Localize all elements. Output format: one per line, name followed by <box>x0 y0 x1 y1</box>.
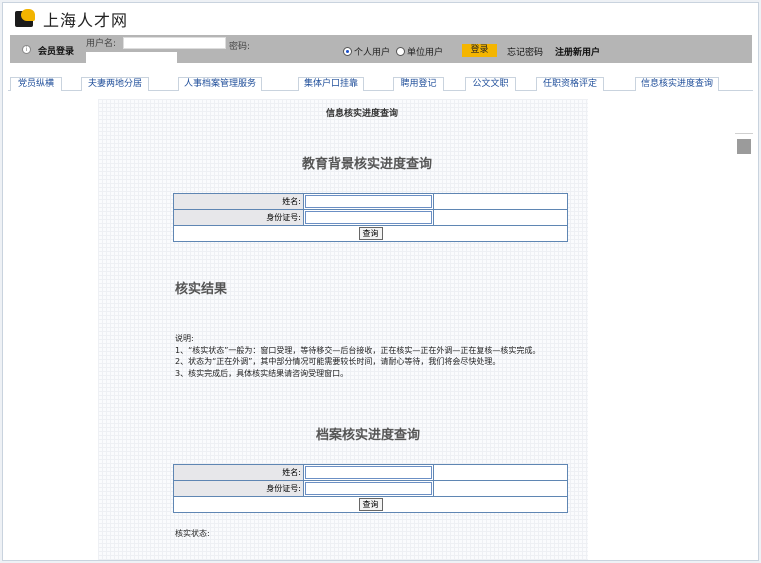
password-label: 密码: <box>229 42 251 52</box>
scrollbar-divider <box>735 133 753 134</box>
notes-item-1: 1、“核实状态”一般为：窗口受理，等待移交—后台接收，正在核实—正在外调—正在复… <box>175 345 541 355</box>
tab-verification-progress[interactable]: 信息核实进度查询 <box>635 77 719 91</box>
notes-item-2: 2、状态为“正在外调”，其中部分情况可能需要较长时间，请耐心等待，我们将会尽快处… <box>175 357 501 366</box>
radio-unchecked-icon[interactable] <box>396 47 405 56</box>
browser-frame: 上海人才网 i 会员登录 用户名: 密码: 个人用户 单位用户 登录 忘记密码 … <box>2 2 759 561</box>
page-title: 信息核实进度查询 <box>326 109 399 119</box>
forgot-password-link[interactable]: 忘记密码 <box>507 45 543 58</box>
archive-name-label: 姓名: <box>173 464 304 481</box>
site-logo-icon <box>15 9 37 29</box>
tab-civil-documents[interactable]: 公文文职 <box>465 77 516 91</box>
archive-query-button[interactable]: 查询 <box>358 498 383 511</box>
education-section-title: 教育背景核实进度查询 <box>302 157 433 172</box>
result-title: 核实结果 <box>175 282 228 297</box>
radio-personal-user[interactable]: 个人用户 <box>343 45 390 58</box>
scrollbar-thumb[interactable] <box>737 139 751 154</box>
radio-company-user[interactable]: 单位用户 <box>396 45 443 58</box>
notes-heading: 说明: <box>175 334 194 343</box>
edu-name-label: 姓名: <box>173 193 304 210</box>
radio-company-label: 单位用户 <box>407 48 444 58</box>
member-info-icon: i <box>22 45 31 54</box>
username-input[interactable] <box>123 37 226 49</box>
tab-archive-management[interactable]: 人事档案管理服务 <box>178 77 262 91</box>
edu-id-label: 身份证号: <box>173 209 304 226</box>
archive-name-input[interactable] <box>305 466 432 479</box>
archive-status-label: 核实状态: <box>175 529 210 538</box>
archive-id-input[interactable] <box>305 482 432 495</box>
nav-tabs: 党员纵横 夫妻两地分居 人事档案管理服务 集体户口挂靠 聘用登记 公文文职 任职… <box>8 77 753 91</box>
archive-section-title: 档案核实进度查询 <box>316 428 421 443</box>
username-input-extension[interactable] <box>86 52 177 63</box>
edu-id-input[interactable] <box>305 211 432 224</box>
member-login-label: 会员登录 <box>38 47 75 57</box>
result-notes: 说明: 1、“核实状态”一般为：窗口受理，等待移交—后台接收，正在核实—正在外调… <box>175 333 575 379</box>
tab-collective-hukou[interactable]: 集体户口挂靠 <box>298 77 364 91</box>
site-header: 上海人才网 <box>3 3 758 35</box>
tab-qualification-assessment[interactable]: 任职资格评定 <box>536 77 604 91</box>
archive-id-label: 身份证号: <box>173 480 304 497</box>
tab-couple-separation[interactable]: 夫妻两地分居 <box>81 77 149 91</box>
username-label: 用户名: <box>86 39 117 49</box>
radio-checked-icon[interactable] <box>343 47 352 56</box>
tab-party-members[interactable]: 党员纵横 <box>10 77 62 91</box>
login-bar: i 会员登录 用户名: 密码: 个人用户 单位用户 登录 忘记密码 注册新用户 <box>10 35 752 63</box>
education-query-form: 姓名: 身份证号: 查询 <box>173 193 568 242</box>
tab-employment-registration[interactable]: 聘用登记 <box>393 77 444 91</box>
radio-personal-label: 个人用户 <box>354 48 391 58</box>
register-link[interactable]: 注册新用户 <box>555 45 600 58</box>
login-button[interactable]: 登录 <box>462 44 497 57</box>
edu-name-input[interactable] <box>305 195 432 208</box>
site-title: 上海人才网 <box>43 11 129 30</box>
notes-item-3: 3、核实完成后，具体核实结果请咨询受理窗口。 <box>175 368 349 378</box>
edu-query-button[interactable]: 查询 <box>358 227 383 240</box>
archive-query-form: 姓名: 身份证号: 查询 <box>173 464 568 513</box>
